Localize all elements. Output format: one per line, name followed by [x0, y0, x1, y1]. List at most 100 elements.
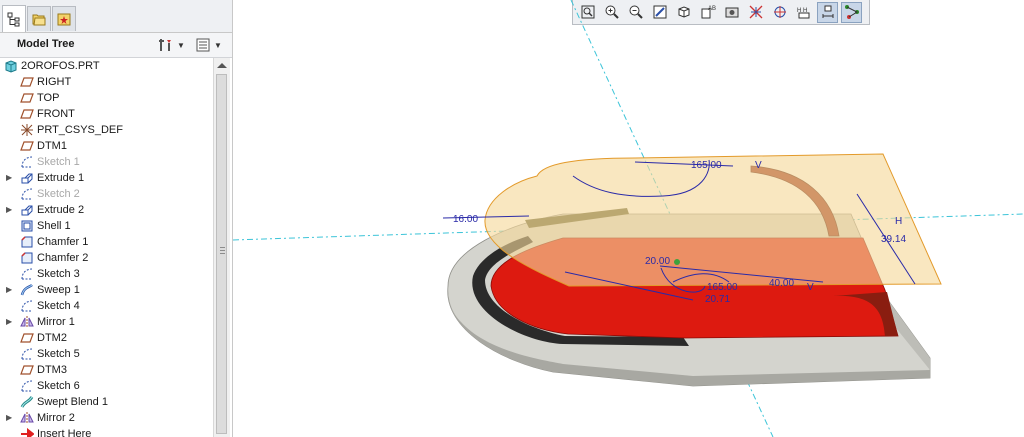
dim-20-71[interactable]: 20.71	[705, 294, 730, 305]
tree-item[interactable]: Swept Blend 1	[0, 394, 212, 410]
folder-browser-tab[interactable]	[27, 6, 51, 31]
sketch-origin-point	[674, 259, 680, 265]
expand-arrow-icon[interactable]: ▶	[6, 286, 14, 294]
tree-item[interactable]: Sketch 6	[0, 378, 212, 394]
sketch-icon	[20, 155, 34, 169]
tree-settings-button[interactable]: ▼	[158, 36, 186, 54]
constraint-v-bottom: V	[807, 282, 814, 293]
expand-arrow-icon[interactable]: ▶	[6, 206, 14, 214]
tree-item[interactable]: Sketch 5	[0, 346, 212, 362]
tree-item[interactable]: Chamfer 1	[0, 234, 212, 250]
part-icon	[4, 59, 18, 73]
dim-39-14[interactable]: 39.14	[881, 234, 906, 245]
tree-item[interactable]: PRT_CSYS_DEF	[0, 122, 212, 138]
tree-item-label: DTM1	[37, 140, 67, 152]
dim-16[interactable]: 16.00	[453, 214, 478, 225]
tree-scrollbar[interactable]	[213, 58, 230, 437]
datum-plane-icon	[20, 75, 34, 89]
datum-plane-icon	[20, 139, 34, 153]
tree-item[interactable]: DTM2	[0, 330, 212, 346]
datum-plane-icon	[20, 91, 34, 105]
tree-item-label: Extrude 2	[37, 204, 85, 216]
dim-20[interactable]: 20.00	[645, 256, 670, 267]
sketch-icon	[20, 299, 34, 313]
tree-item[interactable]: RIGHT	[0, 74, 212, 90]
sketch-plane	[484, 153, 942, 287]
tree-item-label: Sketch 5	[37, 348, 80, 360]
model-tree-title: Model Tree	[17, 38, 75, 50]
tree-item-label: Mirror 1	[37, 316, 75, 328]
tree-item-label: Sweep 1	[37, 284, 80, 296]
coordinate-system-icon	[20, 123, 34, 137]
tree-item[interactable]: Shell 1	[0, 218, 212, 234]
tree-item-label: Extrude 1	[37, 172, 85, 184]
extrude-icon	[20, 171, 34, 185]
expand-arrow-icon[interactable]: ▶	[6, 414, 14, 422]
scroll-thumb[interactable]	[216, 74, 227, 434]
mirror-icon	[20, 411, 34, 425]
dim-165-top[interactable]: 165.00	[691, 160, 722, 171]
sketch-icon	[20, 379, 34, 393]
tree-item-label: TOP	[37, 92, 60, 104]
tree-item-label: Sketch 6	[37, 380, 80, 392]
tree-item[interactable]: Sketch 4	[0, 298, 212, 314]
tree-item-label: Sketch 3	[37, 268, 80, 280]
tree-item-label: RIGHT	[37, 76, 72, 88]
scroll-up-arrow-icon[interactable]	[217, 63, 227, 68]
favorites-tab[interactable]	[52, 6, 76, 31]
tree-item[interactable]: 2OROFOS.PRT	[0, 58, 212, 74]
tree-item[interactable]: Chamfer 2	[0, 250, 212, 266]
tree-item-label: Sketch 4	[37, 300, 80, 312]
sketch-icon	[20, 347, 34, 361]
swept-blend-icon	[20, 395, 34, 409]
dim-40[interactable]: 40.00	[769, 278, 794, 289]
graphics-viewport[interactable]: AB H H 16.00 165.00 20.00 165.00 20.71 4…	[233, 0, 1024, 437]
tree-item[interactable]: DTM3	[0, 362, 212, 378]
extrude-icon	[20, 203, 34, 217]
dim-165-bottom[interactable]: 165.00	[707, 282, 738, 293]
tree-item[interactable]: TOP	[0, 90, 212, 106]
chevron-down-icon: ▼	[214, 40, 222, 50]
datum-plane-icon	[20, 331, 34, 345]
tree-item[interactable]: ▶ Mirror 2	[0, 410, 212, 426]
tree-item[interactable]: DTM1	[0, 138, 212, 154]
shell-icon	[20, 219, 34, 233]
tree-item[interactable]: Sketch 1	[0, 154, 212, 170]
tree-item[interactable]: ▶ Mirror 1	[0, 314, 212, 330]
expand-arrow-icon[interactable]: ▶	[6, 318, 14, 326]
tree-item-label: PRT_CSYS_DEF	[37, 124, 123, 136]
constraint-h: H	[895, 216, 902, 227]
chamfer-icon	[20, 251, 34, 265]
sketch-icon	[20, 267, 34, 281]
tree-item[interactable]: Sketch 2	[0, 186, 212, 202]
sweep-icon	[20, 283, 34, 297]
tree-item[interactable]: Insert Here	[0, 426, 212, 437]
mirror-icon	[20, 315, 34, 329]
datum-plane-icon	[20, 107, 34, 121]
tree-item-label: DTM3	[37, 364, 67, 376]
sketch-icon	[20, 187, 34, 201]
tree-item[interactable]: ▶ Extrude 2	[0, 202, 212, 218]
model-tree-tab-icon	[7, 12, 20, 27]
folder-browser-tab-icon	[32, 14, 46, 26]
model-tree-tab[interactable]	[2, 5, 26, 32]
expand-arrow-icon[interactable]: ▶	[6, 174, 14, 182]
navigator-pane: Model Tree ▼ ▼ 2OROFOS.PRT RIGHT TOP FRONT P…	[0, 0, 233, 437]
tree-item[interactable]: ▶ Sweep 1	[0, 282, 212, 298]
favorites-tab-icon	[57, 13, 71, 26]
tree-item[interactable]: FRONT	[0, 106, 212, 122]
datum-plane-icon	[20, 363, 34, 377]
model-graphics: 16.00 165.00 20.00 165.00 20.71 40.00 39…	[233, 0, 1024, 437]
model-tree-header: Model Tree ▼ ▼	[0, 33, 232, 58]
tree-item-label: DTM2	[37, 332, 67, 344]
chevron-down-icon: ▼	[177, 40, 185, 50]
tree-item-label: Chamfer 1	[37, 236, 89, 248]
chamfer-icon	[20, 235, 34, 249]
settings-tools-icon	[159, 39, 171, 51]
tree-show-button[interactable]: ▼	[195, 36, 223, 54]
tree-item-label: Chamfer 2	[37, 252, 89, 264]
tree-item[interactable]: Sketch 3	[0, 266, 212, 282]
tree-item[interactable]: ▶ Extrude 1	[0, 170, 212, 186]
model-tree: 2OROFOS.PRT RIGHT TOP FRONT PRT_CSYS_DEF DTM1…	[0, 58, 212, 437]
tree-item-label: FRONT	[37, 108, 75, 120]
